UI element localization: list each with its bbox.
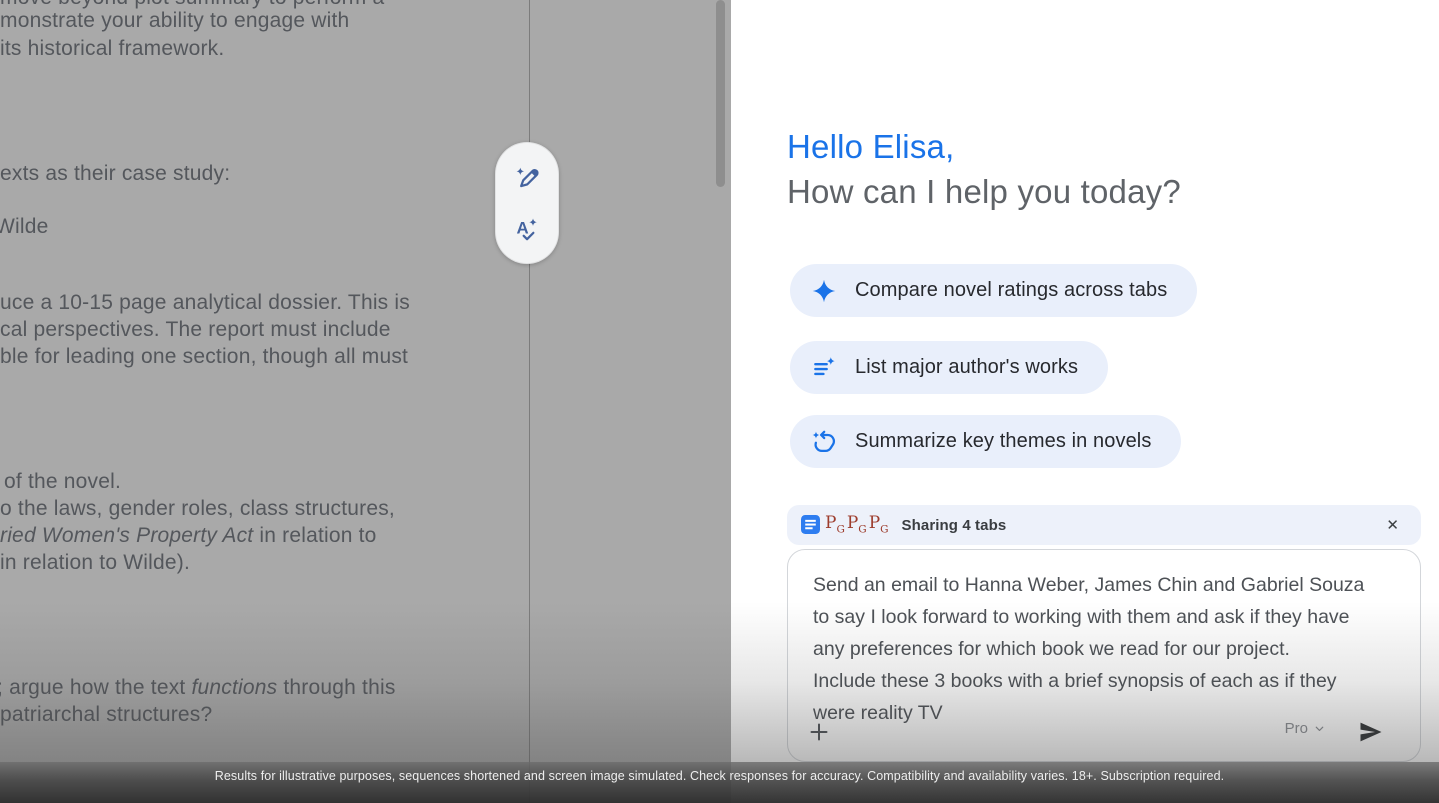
document-text-line: uce a 10-15 page analytical dossier. Thi…: [0, 291, 410, 315]
document-text-line: Wilde: [0, 215, 49, 239]
sharing-tabs-label: Sharing 4 tabs: [902, 517, 1007, 534]
proofread-button[interactable]: A: [509, 211, 545, 247]
document-text-line: ried Women's Property Act in relation to: [0, 524, 377, 548]
writing-tools-toolbar: A: [495, 142, 559, 264]
svg-text:A: A: [516, 218, 528, 237]
shared-tab-favicons: PG PG PG: [801, 515, 889, 535]
document-scrollbar-thumb[interactable]: [716, 0, 725, 187]
prompt-input[interactable]: Send an email to Hanna Weber, James Chin…: [813, 569, 1408, 729]
document-text-line: in relation to Wilde).: [0, 551, 190, 575]
prompt-composer: Send an email to Hanna Weber, James Chin…: [787, 549, 1421, 762]
greeting-question: How can I help you today?: [787, 173, 1181, 211]
document-text-line: ble for leading one section, though all …: [0, 345, 408, 369]
app-window: move beyond plot summary to perform a mo…: [0, 0, 1439, 803]
assistant-panel: Hello Elisa, How can I help you today? C…: [731, 0, 1439, 803]
suggestion-chip-summarize-themes[interactable]: Summarize key themes in novels: [790, 415, 1181, 468]
greeting-name: Hello Elisa,: [787, 128, 954, 166]
send-button[interactable]: [1350, 713, 1392, 751]
list-sparkle-icon: [811, 355, 837, 381]
document-text-line: exts as their case study:: [0, 162, 230, 186]
composer-toolbar: Pro: [788, 713, 1420, 753]
dimmed-document: move beyond plot summary to perform a mo…: [0, 0, 731, 803]
send-icon: [1357, 718, 1385, 746]
prompt-text-line: to say I look forward to working with th…: [813, 601, 1408, 633]
model-selector[interactable]: Pro: [1285, 720, 1326, 737]
letter-a-check-sparkle-icon: A: [514, 216, 541, 243]
project-gutenberg-icon: PG: [847, 515, 867, 535]
plus-icon: [807, 720, 831, 744]
project-gutenberg-icon: PG: [825, 515, 845, 535]
summarize-loop-sparkle-icon: [811, 429, 837, 455]
document-text-line: monstrate your ability to engage with: [0, 9, 349, 33]
sharing-tabs-bar: PG PG PG Sharing 4 tabs ✕: [787, 505, 1421, 545]
suggestion-label: List major author's works: [855, 356, 1078, 379]
suggestion-label: Compare novel ratings across tabs: [855, 279, 1167, 302]
document-text-line: o the laws, gender roles, class structur…: [0, 497, 395, 521]
pencil-sparkle-icon: [514, 164, 541, 191]
document-text-line: ; argue how the text functions through t…: [0, 676, 396, 700]
disclaimer-text: Results for illustrative purposes, seque…: [215, 769, 1224, 803]
document-text-line: of the novel.: [4, 470, 121, 494]
help-me-write-button[interactable]: [509, 159, 545, 195]
disclaimer-bar: Results for illustrative purposes, seque…: [0, 762, 1439, 803]
document-text-line: patriarchal structures?: [0, 703, 212, 727]
add-attachment-button[interactable]: [802, 715, 836, 749]
prompt-text-line: any preferences for which book we read f…: [813, 633, 1408, 665]
gemini-sparkle-icon: [811, 278, 837, 304]
close-icon[interactable]: ✕: [1378, 512, 1407, 538]
document-page-divider: [529, 0, 530, 803]
project-gutenberg-icon: PG: [869, 515, 889, 535]
suggestion-label: Summarize key themes in novels: [855, 430, 1151, 453]
chevron-down-icon: [1313, 722, 1326, 735]
document-text-line: cal perspectives. The report must includ…: [0, 318, 391, 342]
suggestion-chip-list-works[interactable]: List major author's works: [790, 341, 1108, 394]
prompt-text-line: Include these 3 books with a brief synop…: [813, 665, 1408, 697]
model-label: Pro: [1285, 720, 1308, 737]
document-text-line: its historical framework.: [0, 37, 224, 61]
prompt-text-line: Send an email to Hanna Weber, James Chin…: [813, 569, 1408, 601]
suggestion-chip-compare-ratings[interactable]: Compare novel ratings across tabs: [790, 264, 1197, 317]
google-docs-icon: [801, 515, 820, 534]
